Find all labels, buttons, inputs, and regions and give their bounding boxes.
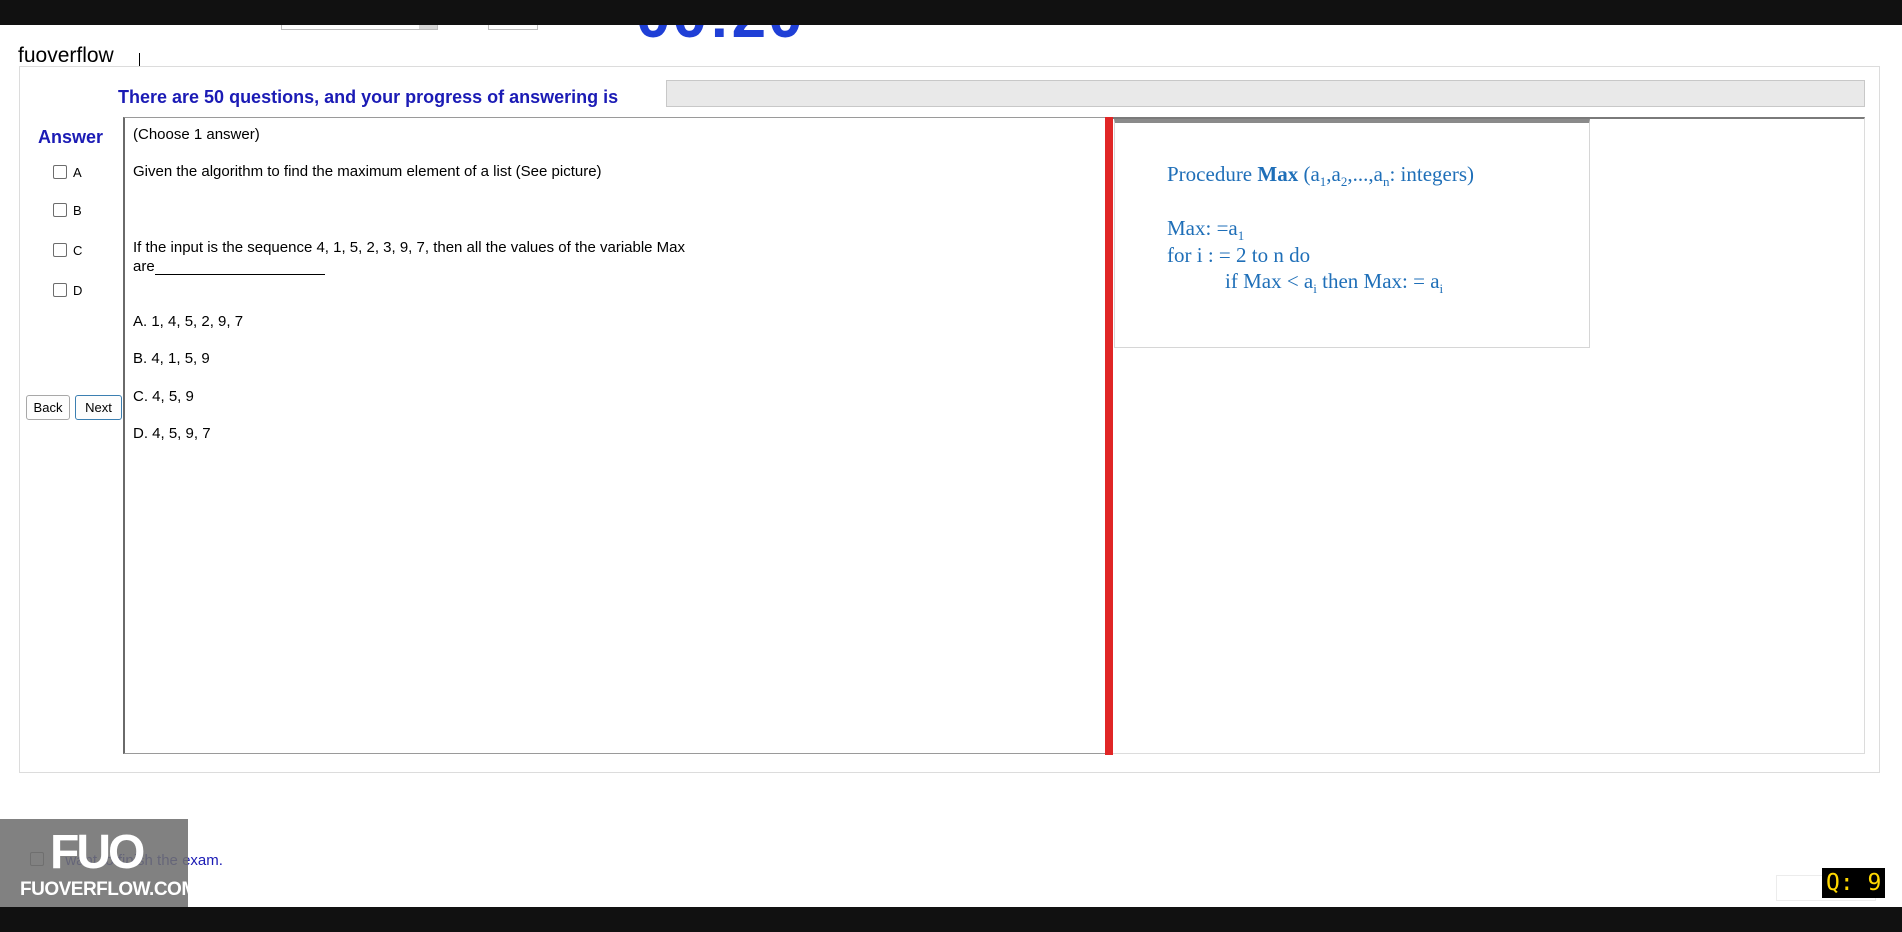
choice-a-text: A. 1, 4, 5, 2, 9, 7 (133, 313, 244, 330)
option-d-label: D (73, 282, 83, 298)
choice-d-text: D. 4, 5, 9, 7 (133, 425, 211, 442)
top-black-bar (0, 0, 1902, 25)
top-small-control[interactable] (488, 25, 538, 30)
watermark-logo: FUO FUOVERFLOW.COM (0, 819, 197, 907)
watermark-mark: FUO (50, 826, 145, 879)
option-b-checkbox[interactable] (53, 203, 67, 217)
question-line-3: are (133, 258, 325, 275)
option-c[interactable]: C (53, 241, 82, 259)
picture-assign-prefix: Max: =a (1167, 216, 1238, 240)
progress-bar (666, 80, 1865, 107)
choice-b-text: B. 4, 1, 5, 9 (133, 350, 210, 367)
question-box (123, 117, 1109, 754)
option-b[interactable]: B (53, 201, 82, 219)
brand-label: fuoverflow (18, 44, 114, 67)
watermark-text: FUOVERFLOW.COM (20, 879, 197, 900)
question-number-label: Q: 9 (1822, 868, 1886, 898)
picture-proc-name: Max (1257, 162, 1299, 186)
picture-args-open: (a (1298, 162, 1320, 186)
option-a-label: A (73, 164, 82, 180)
picture-comma-1: ,a (1326, 162, 1341, 186)
picture-assign-sub: 1 (1237, 228, 1245, 244)
picture-args-close: : integers) (1389, 162, 1475, 186)
progress-label: There are 50 questions, and your progres… (118, 87, 619, 107)
picture-line-if: if Max < ai then Max: = ai (1225, 269, 1443, 297)
option-d[interactable]: D (53, 281, 82, 299)
option-c-label: C (73, 242, 83, 258)
picture-line-assign: Max: =a1 (1167, 216, 1244, 244)
countdown-timer: 00:20 (636, 25, 805, 45)
bottom-black-bar (0, 907, 1902, 932)
picture-if-mid: then Max: = a (1316, 269, 1440, 293)
option-c-checkbox[interactable] (53, 243, 67, 257)
question-line-2: If the input is the sequence 4, 1, 5, 2,… (133, 239, 686, 256)
picture-ellipsis: ,...,a (1347, 162, 1383, 186)
panel-splitter[interactable] (1105, 117, 1113, 755)
picture-if-sub-2: i (1439, 281, 1444, 297)
next-button[interactable]: Next (75, 395, 122, 420)
question-instruction: (Choose 1 answer) (133, 126, 260, 143)
back-button[interactable]: Back (26, 395, 70, 420)
picture-line-for: for i : = 2 to n do (1167, 243, 1311, 267)
top-dropdown-control[interactable] (281, 25, 438, 30)
picture-if-prefix: if Max < a (1225, 269, 1314, 293)
picture-proc-word: Procedure (1167, 162, 1258, 186)
option-b-label: B (73, 202, 82, 218)
question-line-1: Given the algorithm to find the maximum … (133, 163, 602, 180)
answer-blank (154, 261, 325, 275)
option-a[interactable]: A (53, 163, 82, 181)
picture-line-procedure: Procedure Max (a1,a2,...,an: integers) (1167, 162, 1474, 190)
choice-c-text: C. 4, 5, 9 (133, 388, 194, 405)
question-line-3-text: are (133, 258, 155, 275)
option-d-checkbox[interactable] (53, 283, 67, 297)
option-a-checkbox[interactable] (53, 165, 67, 179)
answer-heading: Answer (38, 127, 104, 147)
timer-clip: 00:20 (620, 25, 820, 45)
